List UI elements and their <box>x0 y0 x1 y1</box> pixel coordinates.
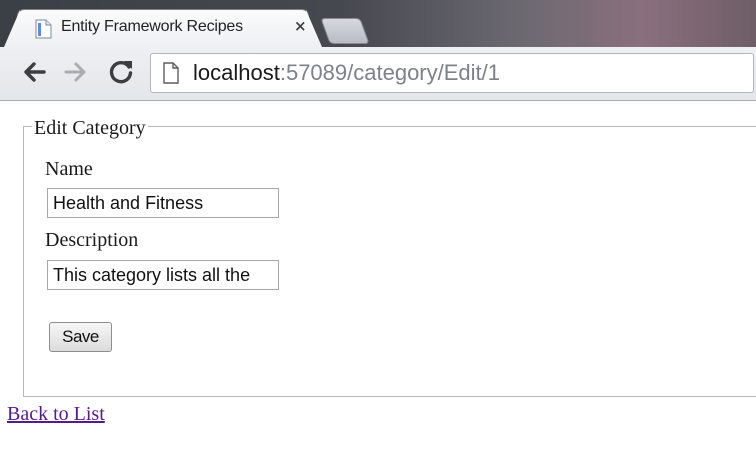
tab-strip: Entity Framework Recipes × <box>0 0 756 47</box>
url-host: localhost <box>193 60 280 85</box>
name-label: Name <box>45 158 93 180</box>
tab-title: Entity Framework Recipes <box>61 18 243 35</box>
new-tab-button[interactable] <box>321 19 369 43</box>
close-tab-icon[interactable]: × <box>294 17 307 35</box>
back-to-list-link[interactable]: Back to List <box>7 403 105 425</box>
back-arrow-icon[interactable] <box>19 55 49 89</box>
page-icon <box>163 62 179 84</box>
save-button[interactable]: Save <box>49 322 112 352</box>
browser-tab[interactable]: Entity Framework Recipes × <box>18 10 308 47</box>
page-content: Edit Category Name Description Save Back… <box>0 101 756 469</box>
description-input[interactable] <box>47 260 279 290</box>
browser-toolbar: localhost:57089/category/Edit/1 <box>0 47 756 101</box>
page-favicon-icon <box>35 19 52 39</box>
browser-chrome: Entity Framework Recipes × localhost:570… <box>0 0 756 101</box>
fieldset-legend: Edit Category <box>32 117 148 139</box>
name-input[interactable] <box>47 188 279 218</box>
address-bar[interactable]: localhost:57089/category/Edit/1 <box>150 53 754 93</box>
url-text[interactable]: localhost:57089/category/Edit/1 <box>193 60 500 86</box>
description-label: Description <box>45 229 139 251</box>
url-path: :57089/category/Edit/1 <box>279 60 500 85</box>
reload-icon[interactable] <box>106 55 136 89</box>
forward-arrow-icon[interactable] <box>61 55 91 89</box>
